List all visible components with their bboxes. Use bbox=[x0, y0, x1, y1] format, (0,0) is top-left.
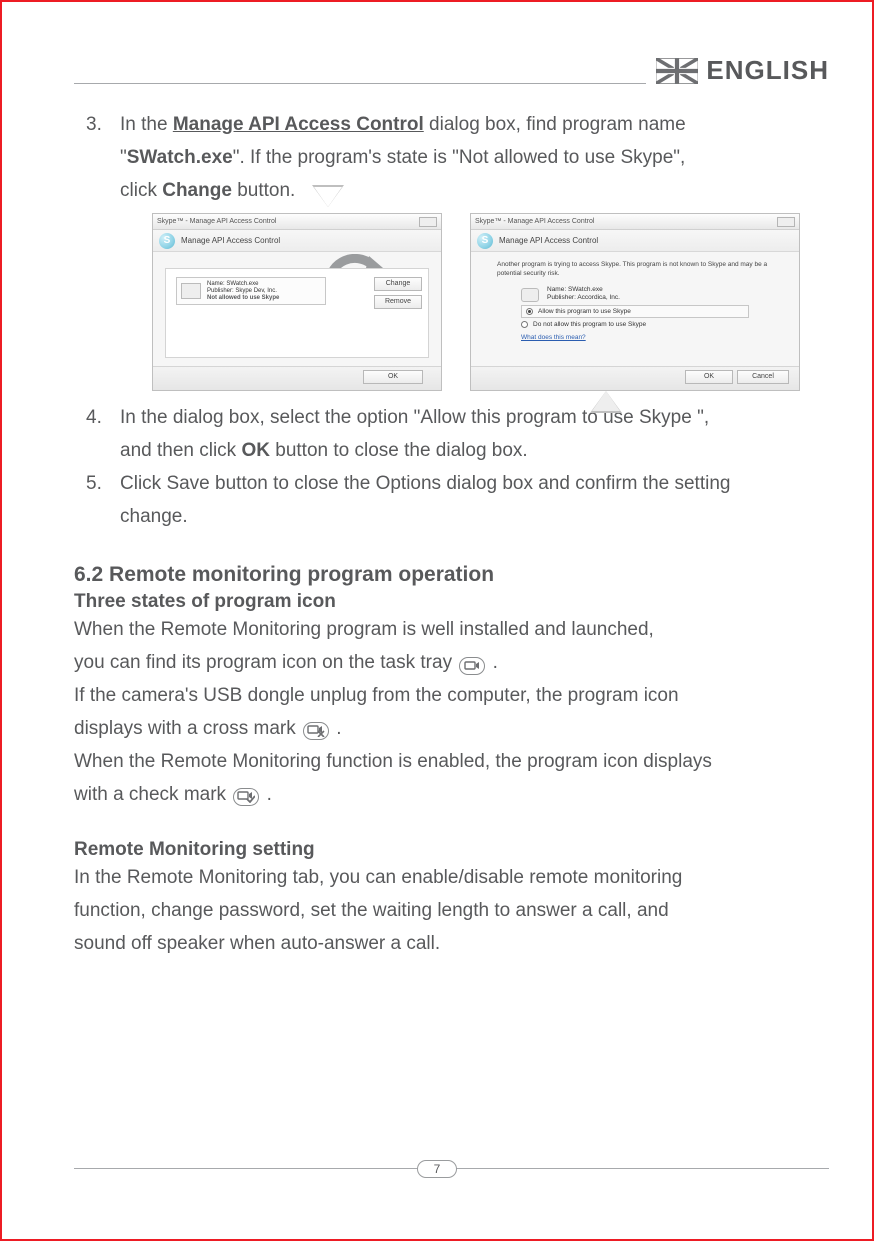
screenshot-row: Skype™ - Manage API Access Control Manag… bbox=[152, 213, 829, 391]
cancel-button[interactable]: Cancel bbox=[737, 370, 789, 384]
step-5-line1: Click Save button to close the Options d… bbox=[120, 467, 829, 500]
program-icon bbox=[521, 288, 539, 302]
step-3-line3: click Change button. bbox=[120, 174, 829, 207]
window-close-icon bbox=[777, 217, 795, 227]
option-deny[interactable]: Do not allow this program to use Skype bbox=[521, 321, 749, 328]
step-5-number: 5. bbox=[74, 467, 120, 533]
step-3-number: 3. bbox=[74, 108, 120, 207]
tray-icon-check bbox=[233, 788, 259, 806]
para-setting-2: function, change password, set the waiti… bbox=[74, 894, 829, 927]
language-indicator: ENGLISH bbox=[646, 55, 829, 86]
para-installed: When the Remote Monitoring program is we… bbox=[74, 613, 829, 646]
section-6-2-title: 6.2 Remote monitoring program operation bbox=[74, 563, 829, 587]
ok-button[interactable]: OK bbox=[685, 370, 733, 384]
step-4: 4. In the dialog box, select the option … bbox=[74, 401, 829, 467]
para-setting-1: In the Remote Monitoring tab, you can en… bbox=[74, 861, 829, 894]
warning-message: Another program is trying to access Skyp… bbox=[497, 260, 773, 278]
window-close-icon bbox=[419, 217, 437, 227]
program-publisher: Publisher: Skype Dev, Inc. bbox=[207, 288, 279, 295]
uk-flag-icon bbox=[656, 58, 698, 84]
step-4-number: 4. bbox=[74, 401, 120, 467]
ok-button[interactable]: OK bbox=[363, 370, 423, 384]
tray-icon-cross bbox=[303, 722, 329, 740]
step-4-line2: and then click OK button to close the di… bbox=[120, 434, 829, 467]
tray-icon-normal bbox=[459, 657, 485, 675]
program-name: Name: SWatch.exe bbox=[547, 286, 620, 294]
language-label: ENGLISH bbox=[706, 55, 829, 86]
radio-icon bbox=[521, 321, 528, 328]
step-3-line1: In the Manage API Access Control dialog … bbox=[120, 108, 829, 141]
step-5: 5. Click Save button to close the Option… bbox=[74, 467, 829, 533]
option-allow[interactable]: Allow this program to use Skype bbox=[521, 305, 749, 318]
screenshot-manage-api: Skype™ - Manage API Access Control Manag… bbox=[152, 213, 442, 391]
remove-button[interactable]: Remove bbox=[374, 295, 422, 309]
para-setting-3: sound off speaker when auto-answer a cal… bbox=[74, 927, 829, 960]
program-entry: Name: SWatch.exe Publisher: Skype Dev, I… bbox=[176, 277, 326, 305]
step-5-line2: change. bbox=[120, 500, 829, 533]
step-3-line2: "SWatch.exe". If the program's state is … bbox=[120, 141, 829, 174]
subheading-remote-setting: Remote Monitoring setting bbox=[74, 839, 829, 861]
shotB-title: Skype™ - Manage API Access Control bbox=[475, 218, 594, 225]
screenshot-allow-dialog: Skype™ - Manage API Access Control Manag… bbox=[470, 213, 800, 391]
para-enabled: When the Remote Monitoring function is e… bbox=[74, 745, 829, 778]
para-unplug1: If the camera's USB dongle unplug from t… bbox=[74, 679, 829, 712]
skype-icon bbox=[159, 233, 175, 249]
para-tray-cross: displays with a cross mark . bbox=[74, 712, 829, 745]
subheading-three-states: Three states of program icon bbox=[74, 591, 829, 613]
para-tray-check: with a check mark . bbox=[74, 778, 829, 811]
shotA-title: Skype™ - Manage API Access Control bbox=[157, 218, 276, 225]
program-name: Name: SWatch.exe bbox=[207, 281, 279, 288]
content-area: 3. In the Manage API Access Control dial… bbox=[74, 108, 829, 1161]
program-publisher: Publisher: Accordica, Inc. bbox=[547, 294, 620, 302]
skype-icon bbox=[477, 233, 493, 249]
shotA-header: Manage API Access Control bbox=[181, 236, 280, 245]
program-icon bbox=[181, 283, 201, 299]
help-link[interactable]: What does this mean? bbox=[521, 334, 749, 341]
change-button[interactable]: Change bbox=[374, 277, 422, 291]
shotB-header: Manage API Access Control bbox=[499, 236, 598, 245]
step-4-line1: In the dialog box, select the option "Al… bbox=[120, 401, 829, 434]
program-state: Not allowed to use Skype bbox=[207, 295, 279, 302]
radio-icon bbox=[526, 308, 533, 315]
para-tray-normal: you can find its program icon on the tas… bbox=[74, 646, 829, 679]
step-3: 3. In the Manage API Access Control dial… bbox=[74, 108, 829, 207]
page-number: 7 bbox=[417, 1160, 457, 1178]
